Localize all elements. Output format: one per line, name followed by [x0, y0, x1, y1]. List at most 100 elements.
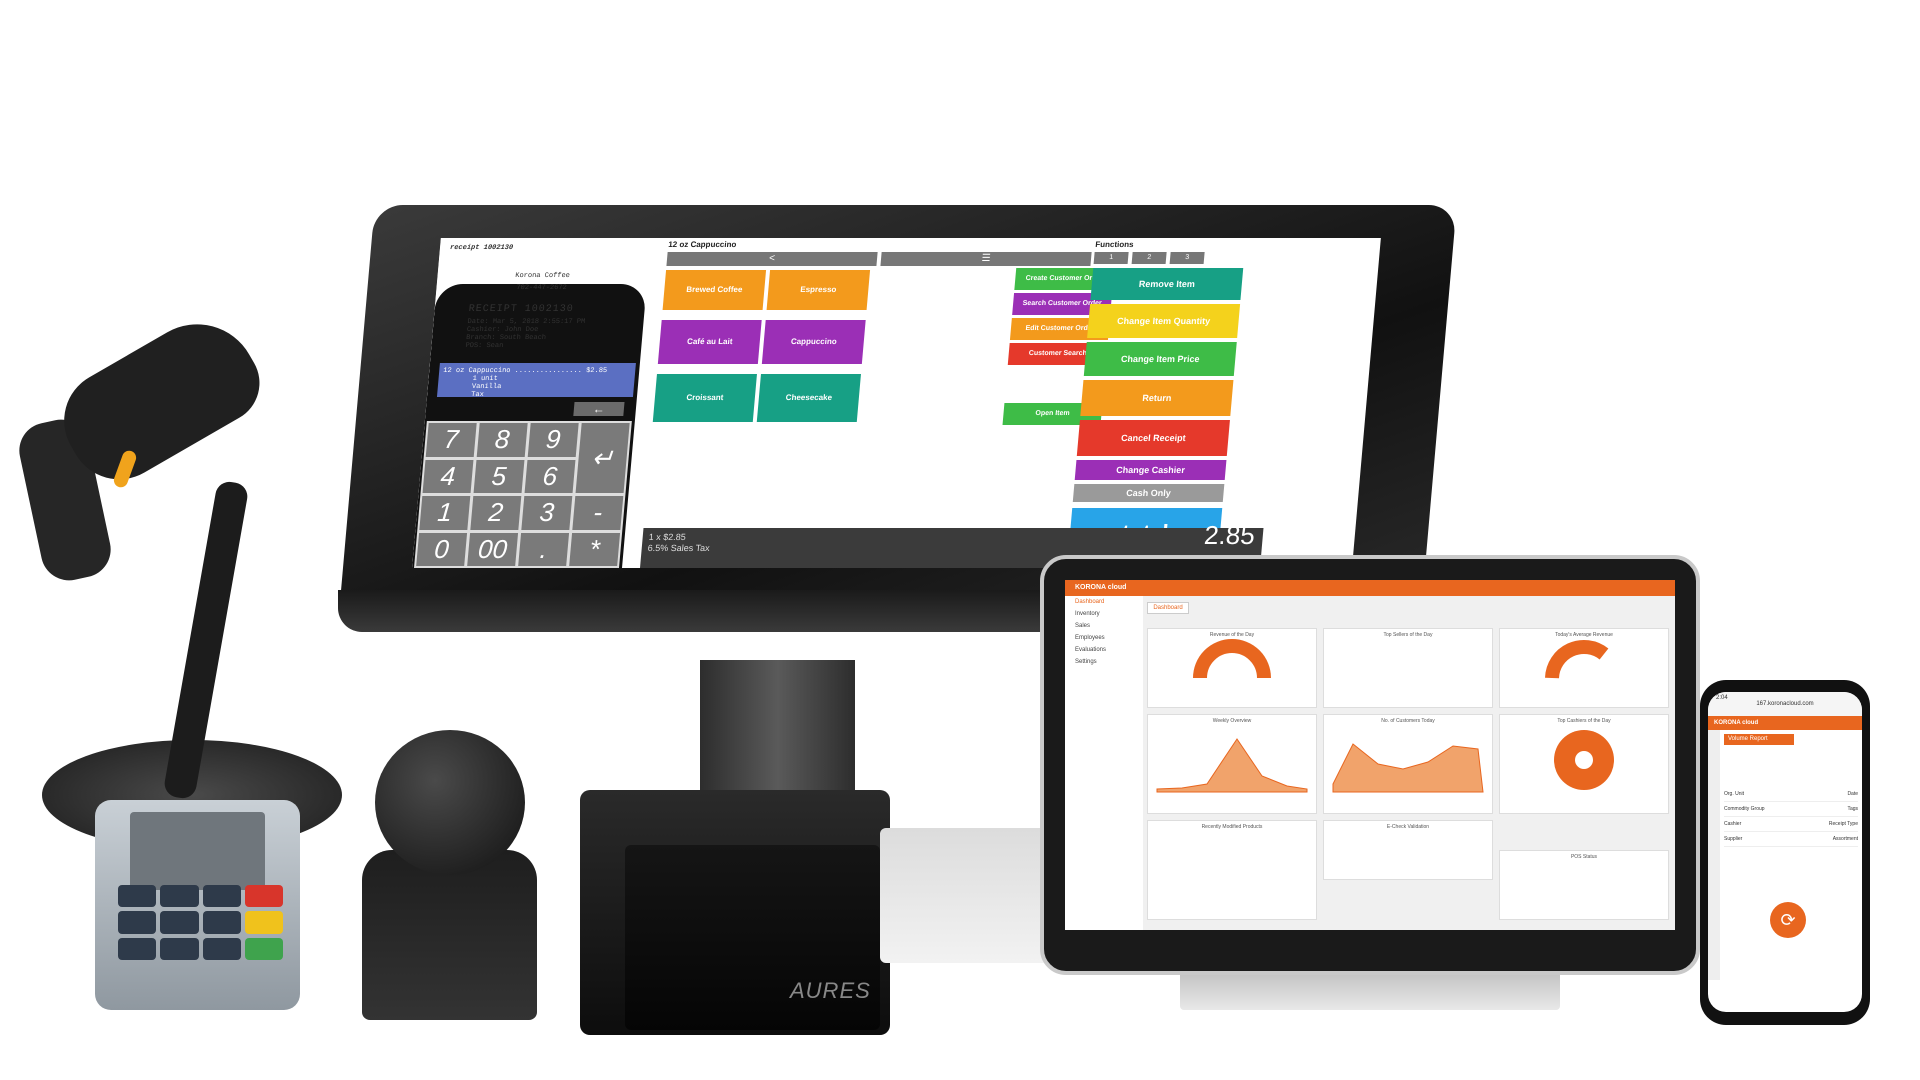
phone-url[interactable]: 167.koronacloud.com — [1716, 701, 1854, 707]
list-item[interactable]: Supplier Assortment — [1724, 832, 1858, 847]
cancel-receipt-button[interactable]: Cancel Receipt — [1076, 420, 1230, 456]
backspace-button[interactable]: ← — [573, 402, 625, 416]
customers-today-panel: No. of Customers Today — [1323, 714, 1493, 814]
line-item-detail: Tax — [470, 391, 485, 399]
average-revenue-gauge — [1545, 639, 1609, 679]
cash-only-button[interactable]: Cash Only — [1072, 484, 1225, 502]
panel-title: E-Check Validation — [1386, 824, 1430, 830]
phone-sidebar — [1708, 730, 1720, 980]
customers-area-chart — [1332, 743, 1484, 793]
recent-products-panel: Recently Modified Products — [1147, 820, 1317, 920]
key-0[interactable]: 0 — [416, 532, 468, 566]
sidebar-item-sales[interactable]: Sales — [1065, 620, 1143, 632]
key-4[interactable]: 4 — [422, 459, 474, 493]
receipt-cashier: Cashier: John Doe — [466, 326, 539, 334]
panel-title: Top Sellers of the Day — [1383, 632, 1433, 638]
key-8[interactable]: 8 — [476, 423, 528, 457]
key-5[interactable]: 5 — [473, 459, 525, 493]
payment-terminal-keypad — [118, 885, 283, 960]
key-6[interactable]: 6 — [524, 459, 576, 493]
panel-title: Recently Modified Products — [1201, 824, 1263, 830]
pos-screen: receipt 1002130 Korona Coffee 702-447-26… — [412, 238, 1381, 568]
phone-status-bar: 2:04 167.koronacloud.com — [1708, 692, 1862, 716]
sidebar-item-evaluations[interactable]: Evaluations — [1065, 644, 1143, 656]
sidebar-item-employees[interactable]: Employees — [1065, 632, 1143, 644]
phone-breadcrumb[interactable]: Volume Report — [1724, 734, 1794, 745]
remove-item-button[interactable]: Remove Item — [1090, 268, 1244, 300]
function-page-3[interactable]: 3 — [1169, 252, 1205, 264]
total-line-tax: 6.5% Sales Tax — [647, 543, 711, 553]
shop-name: Korona Coffee — [514, 272, 571, 280]
menu-icon[interactable]: ☰ — [880, 252, 1092, 266]
key-decimal[interactable]: . — [518, 532, 570, 566]
product-cheesecake[interactable]: Cheesecake — [756, 374, 861, 422]
function-page-1[interactable]: 1 — [1093, 252, 1129, 264]
tablet-dashboard: Dashboard Revenue of the Day Top Sellers… — [1147, 600, 1673, 930]
list-item[interactable]: Cashier Receipt Type — [1724, 817, 1858, 832]
average-revenue-panel: Today's Average Revenue — [1499, 628, 1669, 708]
list-item[interactable]: Commodity Group Tags — [1724, 802, 1858, 817]
function-page-2[interactable]: 2 — [1131, 252, 1167, 264]
sidebar-item-inventory[interactable]: Inventory — [1065, 608, 1143, 620]
revenue-gauge — [1193, 639, 1271, 679]
key-minus[interactable]: - — [572, 496, 624, 530]
pos-status-panel: POS Status — [1499, 850, 1669, 920]
top-cashiers-panel: Top Cashiers of the Day — [1499, 714, 1669, 814]
line-item-detail: Vanilla — [471, 383, 502, 391]
product-title: 12 oz Cappuccino — [667, 240, 737, 249]
tablet-topbar: KORONA cloud — [1065, 580, 1675, 596]
echeck-validation-panel: E-Check Validation — [1323, 820, 1493, 880]
receipt-selected-line[interactable]: 12 oz Cappuccino ................ $2.85 … — [436, 363, 636, 399]
product-brewed-coffee[interactable]: Brewed Coffee — [662, 270, 767, 310]
monitor-stand-neck — [700, 660, 855, 790]
change-item-quantity-button[interactable]: Change Item Quantity — [1087, 304, 1241, 338]
phone-filter-list: Org. Unit Date Commodity Group Tags Cashie… — [1724, 787, 1858, 847]
receipt-branch: Branch: South Beach — [465, 334, 547, 342]
line-item-text: 12 oz Cappuccino ................ $2.85 — [442, 367, 608, 375]
payment-terminal-screen — [130, 812, 265, 890]
prev-page-button[interactable]: < — [666, 252, 878, 266]
change-cashier-button[interactable]: Change Cashier — [1074, 460, 1227, 480]
printer-brand-logo: AURES — [790, 978, 871, 1003]
functions-title: Functions — [1094, 240, 1134, 249]
tablet-sidebar: Dashboard Inventory Sales Employees Eval… — [1065, 596, 1143, 930]
panel-title: Today's Average Revenue — [1555, 632, 1613, 638]
key-7[interactable]: 7 — [425, 423, 477, 457]
panel-title: No. of Customers Today — [1381, 718, 1435, 724]
key-1[interactable]: 1 — [419, 496, 471, 530]
key-9[interactable]: 9 — [527, 423, 579, 457]
key-2[interactable]: 2 — [470, 496, 522, 530]
phone-topbar: KORONA cloud — [1708, 716, 1862, 730]
return-button[interactable]: Return — [1080, 380, 1234, 416]
tab-dashboard[interactable]: Dashboard — [1147, 602, 1189, 614]
receipt-header: receipt 1002130 — [449, 244, 514, 252]
revenue-gauge-panel: Revenue of the Day — [1147, 628, 1317, 708]
key-multiply[interactable]: * — [569, 532, 621, 566]
omnidirectional-scanner-body — [362, 850, 537, 1020]
product-cappuccino[interactable]: Cappuccino — [761, 320, 866, 364]
sidebar-item-settings[interactable]: Settings — [1065, 656, 1143, 668]
list-item[interactable]: Org. Unit Date — [1724, 787, 1858, 802]
key-3[interactable]: 3 — [521, 496, 573, 530]
enter-key[interactable]: ↵ — [575, 423, 630, 493]
panel-title: Top Cashiers of the Day — [1557, 718, 1611, 724]
receipt-meta: Date: Mar 5, 2018 2:55:17 PM Cashier: Jo… — [465, 318, 585, 350]
receipt-date: Date: Mar 5, 2018 2:55:17 PM — [467, 318, 586, 326]
total-line-quantity: 1 x $2.85 — [648, 532, 687, 542]
change-item-price-button[interactable]: Change Item Price — [1083, 342, 1237, 376]
total-amount: 2.85 — [1202, 520, 1257, 550]
numeric-keypad: 7 8 9 ↵ 4 5 6 1 2 3 - 0 00 . * — [414, 421, 632, 568]
panel-title: POS Status — [1570, 854, 1598, 860]
product-cafe-au-lait[interactable]: Café au Lait — [657, 320, 762, 364]
cashiers-donut-chart — [1554, 730, 1614, 790]
sync-icon[interactable]: ⟳ — [1770, 902, 1806, 938]
receipt-pos: POS: Sean — [465, 342, 504, 350]
omnidirectional-scanner-head — [375, 730, 525, 875]
key-00[interactable]: 00 — [467, 532, 519, 566]
product-espresso[interactable]: Espresso — [766, 270, 871, 310]
weekly-overview-panel: Weekly Overview — [1147, 714, 1317, 814]
sidebar-item-dashboard[interactable]: Dashboard — [1065, 596, 1143, 608]
product-croissant[interactable]: Croissant — [652, 374, 757, 422]
phone-screen: 2:04 167.koronacloud.com KORONA cloud Vo… — [1708, 692, 1862, 1012]
tablet-screen: KORONA cloud Dashboard Inventory Sales E… — [1065, 580, 1675, 930]
